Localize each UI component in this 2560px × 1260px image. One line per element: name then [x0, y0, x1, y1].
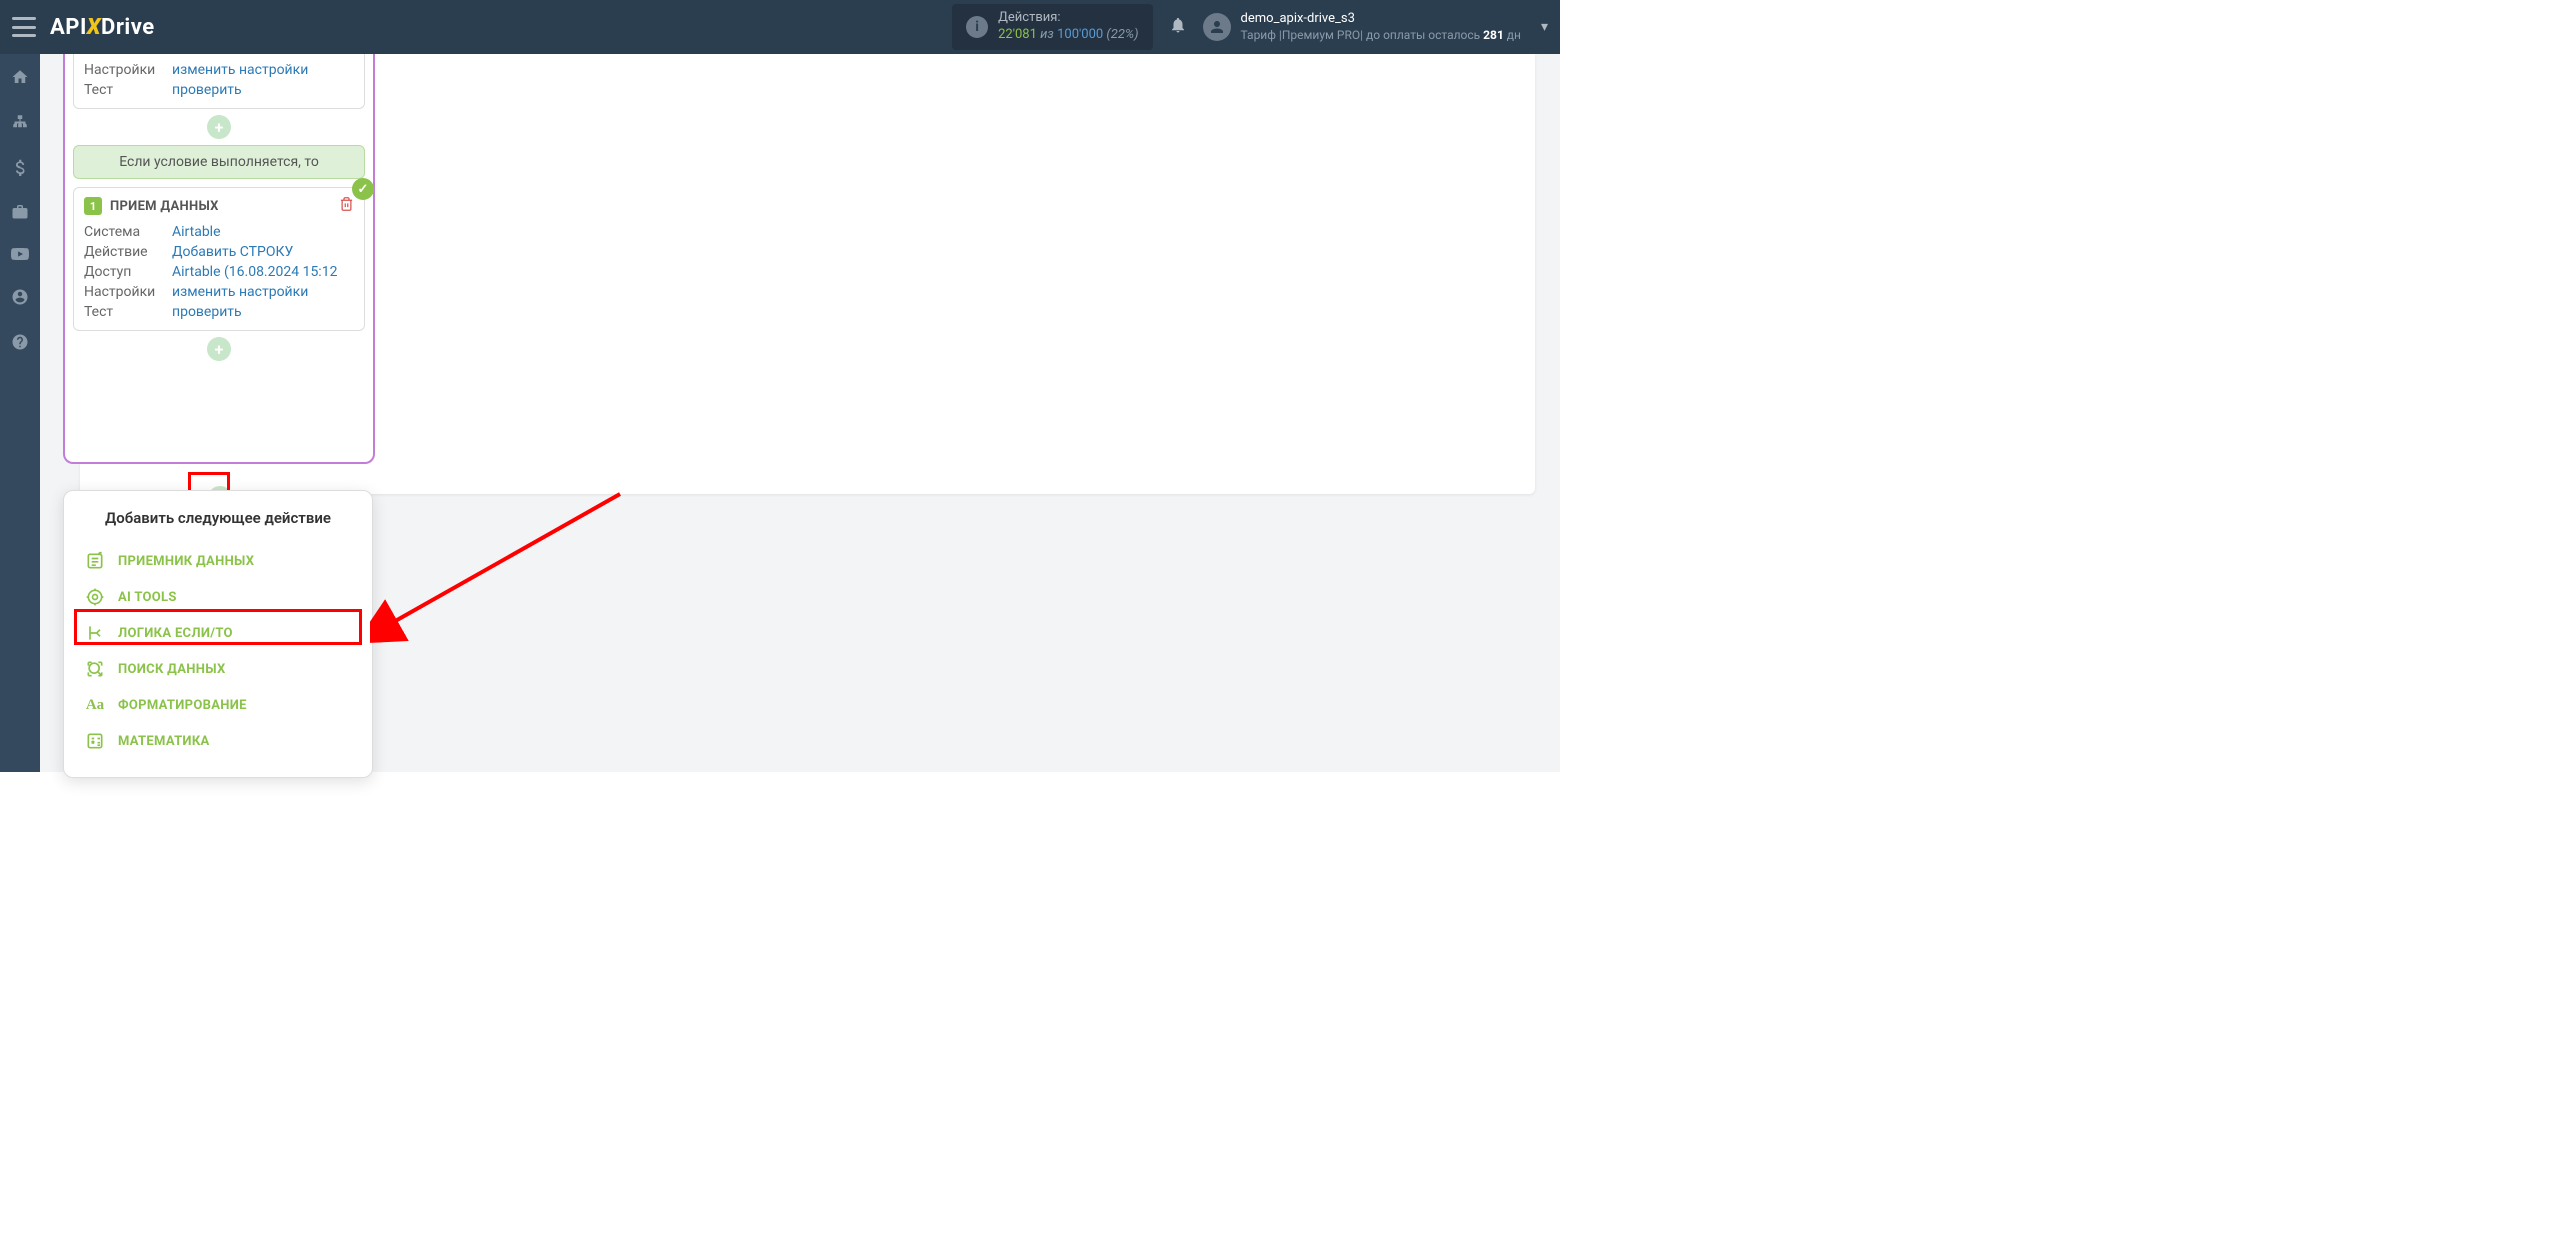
logo-drive: Drive: [101, 15, 155, 40]
user-icon[interactable]: [11, 288, 29, 311]
briefcase-icon[interactable]: [11, 203, 29, 224]
popup-label: ЛОГИКА ЕСЛИ/ТО: [118, 626, 233, 641]
avatar-icon: [1203, 13, 1231, 41]
settings-link[interactable]: изменить настройки: [172, 284, 354, 300]
condition-bar: Если условие выполняется, то: [73, 145, 365, 179]
search-icon: [84, 658, 106, 680]
header: APIXDrive i Действия: 22'081 из 100'000 …: [0, 0, 1560, 54]
sitemap-icon[interactable]: [11, 113, 29, 136]
logo-api: API: [50, 15, 87, 40]
actions-current: 22'081: [998, 27, 1037, 42]
popup-item-logic[interactable]: ЛОГИКА ЕСЛИ/ТО: [76, 615, 360, 651]
popup-title: Добавить следующее действие: [76, 509, 360, 527]
logo[interactable]: APIXDrive: [50, 15, 155, 40]
dollar-icon[interactable]: [13, 158, 27, 181]
info-icon: i: [966, 16, 988, 38]
user-tariff: Тариф |Премиум PRO| до оплаты осталось 2…: [1241, 28, 1521, 44]
check-icon: ✓: [352, 178, 374, 200]
popup-item-ai[interactable]: AI TOOLS: [76, 579, 360, 615]
row-label: Тест: [84, 82, 172, 98]
youtube-icon[interactable]: [11, 246, 29, 266]
system-link[interactable]: Airtable: [172, 224, 354, 240]
help-icon[interactable]: [11, 333, 29, 356]
text-icon: Aa: [84, 694, 106, 716]
gear-icon: [84, 586, 106, 608]
settings-link[interactable]: изменить настройки: [172, 62, 354, 78]
test-link[interactable]: проверить: [172, 304, 354, 320]
add-step-button[interactable]: +: [207, 337, 231, 361]
calculator-icon: [84, 730, 106, 752]
popup-item-math[interactable]: МАТЕМАТИКА: [76, 723, 360, 759]
home-icon[interactable]: [11, 68, 29, 91]
actions-counter[interactable]: i Действия: 22'081 из 100'000 (22%): [952, 4, 1152, 50]
actions-label: Действия:: [998, 10, 1138, 27]
popup-label: AI TOOLS: [118, 590, 177, 605]
test-link[interactable]: проверить: [172, 82, 354, 98]
bell-icon[interactable]: [1169, 16, 1187, 39]
main-area: Настройки изменить настройки Тест провер…: [40, 54, 1560, 772]
action-link[interactable]: Добавить СТРОКУ: [172, 244, 354, 260]
list-icon: [84, 550, 106, 572]
add-step-button[interactable]: +: [207, 115, 231, 139]
block-title: ПРИЕМ ДАННЫХ: [110, 199, 219, 214]
flow-container: Настройки изменить настройки Тест провер…: [63, 54, 375, 464]
row-label: Доступ: [84, 264, 172, 280]
header-right: i Действия: 22'081 из 100'000 (22%) demo…: [952, 4, 1548, 50]
row-label: Действие: [84, 244, 172, 260]
popup-item-format[interactable]: Aa ФОРМАТИРОВАНИЕ: [76, 687, 360, 723]
popup-label: ПОИСК ДАННЫХ: [118, 662, 226, 677]
row-label: Система: [84, 224, 172, 240]
row-label: Тест: [84, 304, 172, 320]
popup-label: ФОРМАТИРОВАНИЕ: [118, 698, 247, 713]
user-text: demo_apix-drive_s3 Тариф |Премиум PRO| д…: [1241, 11, 1521, 43]
actions-of: из: [1040, 27, 1054, 42]
branch-icon: [84, 622, 106, 644]
row-label: Настройки: [84, 284, 172, 300]
trash-icon[interactable]: [339, 196, 354, 216]
action-popup: Добавить следующее действие ПРИЕМНИК ДАН…: [63, 490, 373, 778]
popup-item-search[interactable]: ПОИСК ДАННЫХ: [76, 651, 360, 687]
block-number: 1: [84, 197, 102, 215]
row-label: Настройки: [84, 62, 172, 78]
popup-item-receiver[interactable]: ПРИЕМНИК ДАННЫХ: [76, 543, 360, 579]
user-name: demo_apix-drive_s3: [1241, 11, 1521, 28]
user-block[interactable]: demo_apix-drive_s3 Тариф |Премиум PRO| д…: [1203, 11, 1548, 43]
annotation-arrow: [370, 484, 650, 664]
chevron-down-icon[interactable]: ▾: [1541, 19, 1548, 35]
sidebar: [0, 54, 40, 772]
menu-icon[interactable]: [12, 17, 36, 37]
actions-text: Действия: 22'081 из 100'000 (22%): [998, 10, 1138, 44]
actions-pct: (22%): [1106, 27, 1138, 42]
logo-x: X: [87, 15, 101, 40]
popup-label: МАТЕМАТИКА: [118, 734, 210, 749]
block-card-top: Настройки изменить настройки Тест провер…: [73, 54, 365, 109]
popup-label: ПРИЕМНИК ДАННЫХ: [118, 554, 254, 569]
access-link[interactable]: Airtable (16.08.2024 15:12: [172, 264, 354, 280]
actions-total: 100'000: [1057, 27, 1103, 42]
block-card-data: ✓ 1 ПРИЕМ ДАННЫХ Система Airtable Действ…: [73, 187, 365, 331]
